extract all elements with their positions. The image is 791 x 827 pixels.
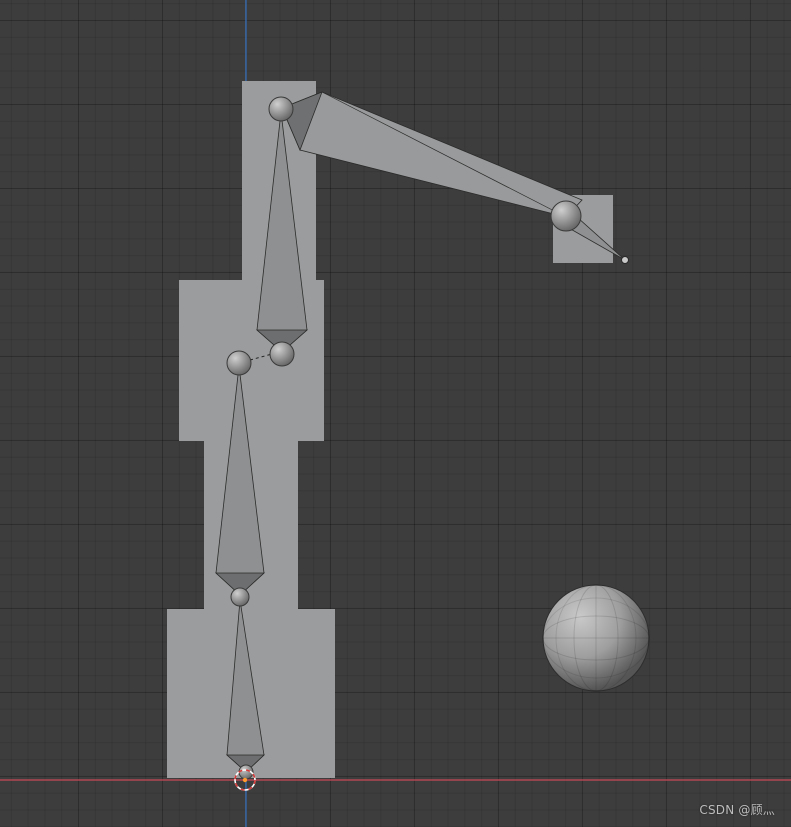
joint-head-upper[interactable] bbox=[268, 96, 294, 122]
joint-head-lower[interactable] bbox=[226, 350, 252, 376]
scene-canvas[interactable] bbox=[0, 0, 791, 827]
watermark-text: CSDN @顾灬 bbox=[699, 803, 775, 817]
joint-elbow[interactable] bbox=[550, 200, 582, 232]
joint-tip[interactable] bbox=[621, 256, 629, 264]
joint-tail-upper[interactable] bbox=[269, 341, 295, 367]
uv-sphere-icon[interactable] bbox=[542, 584, 650, 692]
3d-viewport[interactable]: CSDN @顾灬 bbox=[0, 0, 791, 827]
bone-forearm[interactable] bbox=[281, 91, 583, 218]
joint-middle[interactable] bbox=[230, 587, 250, 607]
